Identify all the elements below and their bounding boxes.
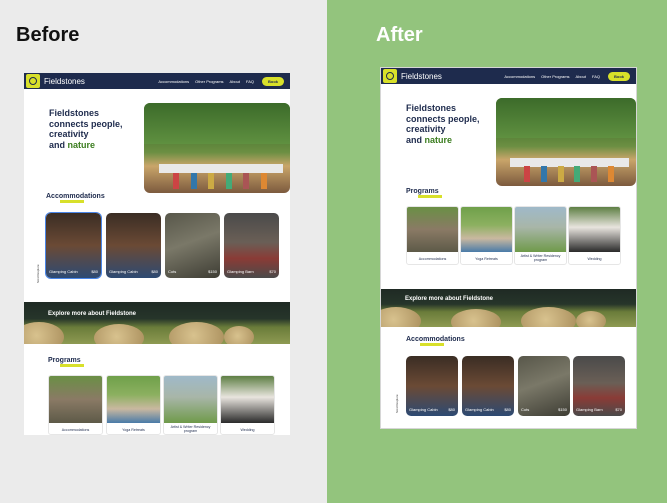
- after-page: Fieldstones Accommodations Other Program…: [381, 68, 636, 428]
- hero-image: [496, 98, 636, 186]
- nav-link-other-programs[interactable]: Other Programs: [541, 74, 569, 79]
- accommodation-card[interactable]: Glamping Cabin $80: [46, 213, 101, 278]
- hero-image: [144, 103, 290, 193]
- before-page: Fieldstones Accommodations Other Program…: [24, 73, 290, 435]
- hero-heading: Fieldstones connects people, creativity …: [406, 103, 480, 145]
- nav-link-accommodations[interactable]: Accommodations: [504, 74, 535, 79]
- before-panel: Before Fieldstones Accommodations Other …: [0, 0, 327, 503]
- accommodation-card[interactable]: Glamping Cabin $80: [462, 356, 514, 416]
- program-card[interactable]: Wedding: [568, 206, 621, 265]
- accommodation-card[interactable]: Glamping Cabin $80: [106, 213, 161, 278]
- accommodation-card[interactable]: Glamping Barn $70: [224, 213, 279, 278]
- brand-name[interactable]: Fieldstones: [401, 72, 442, 81]
- program-card[interactable]: Artist & Writer Residency program: [163, 375, 218, 435]
- accommodations-title: Accommodations: [406, 336, 465, 346]
- program-card[interactable]: Yoga Retreats: [460, 206, 513, 265]
- accommodation-card[interactable]: Glamping Cabin $80: [406, 356, 458, 416]
- explore-banner[interactable]: Explore more about Fieldstone: [24, 302, 290, 344]
- accommodation-card[interactable]: Cots $150: [518, 356, 570, 416]
- navbar: Fieldstones Accommodations Other Program…: [24, 73, 290, 89]
- nav-link-about[interactable]: About: [230, 79, 240, 84]
- logo-icon[interactable]: [383, 69, 397, 83]
- before-heading: Before: [16, 24, 80, 46]
- logo-icon[interactable]: [26, 74, 40, 88]
- programs-title: Programs: [48, 357, 84, 367]
- explore-banner[interactable]: Explore more about Fieldstone: [381, 289, 636, 327]
- nav-link-faq[interactable]: FAQ: [246, 79, 254, 84]
- program-card[interactable]: Accommodations: [48, 375, 103, 435]
- program-card[interactable]: Accommodations: [406, 206, 459, 265]
- accommodation-card[interactable]: Cots $150: [165, 213, 220, 278]
- brand-name[interactable]: Fieldstones: [44, 77, 85, 86]
- nav-link-about[interactable]: About: [576, 74, 586, 79]
- nav-link-accommodations[interactable]: Accommodations: [158, 79, 189, 84]
- program-card[interactable]: Wedding: [220, 375, 275, 435]
- banner-text: Explore more about Fieldstone: [48, 311, 137, 317]
- accommodation-card[interactable]: Glamping Barn $70: [573, 356, 625, 416]
- book-button[interactable]: Book: [262, 76, 284, 86]
- navbar: Fieldstones Accommodations Other Program…: [381, 68, 636, 84]
- nav-link-faq[interactable]: FAQ: [592, 74, 600, 79]
- accommodations-title: Accommodations: [46, 193, 105, 203]
- scroll-label: Scroll Explore: [36, 264, 40, 283]
- hero-heading: Fieldstones connects people, creativity …: [49, 108, 123, 150]
- nav-link-other-programs[interactable]: Other Programs: [195, 79, 223, 84]
- programs-title: Programs: [406, 188, 442, 198]
- banner-text: Explore more about Fieldstone: [405, 296, 494, 302]
- scroll-label: Scroll Explore: [395, 394, 399, 413]
- program-card[interactable]: Yoga Retreats: [106, 375, 161, 435]
- program-card[interactable]: Artist & Writer Residency program: [514, 206, 567, 265]
- book-button[interactable]: Book: [608, 71, 630, 81]
- after-panel: After Fieldstones Accommodations Other P…: [327, 0, 667, 503]
- after-heading: After: [376, 24, 423, 46]
